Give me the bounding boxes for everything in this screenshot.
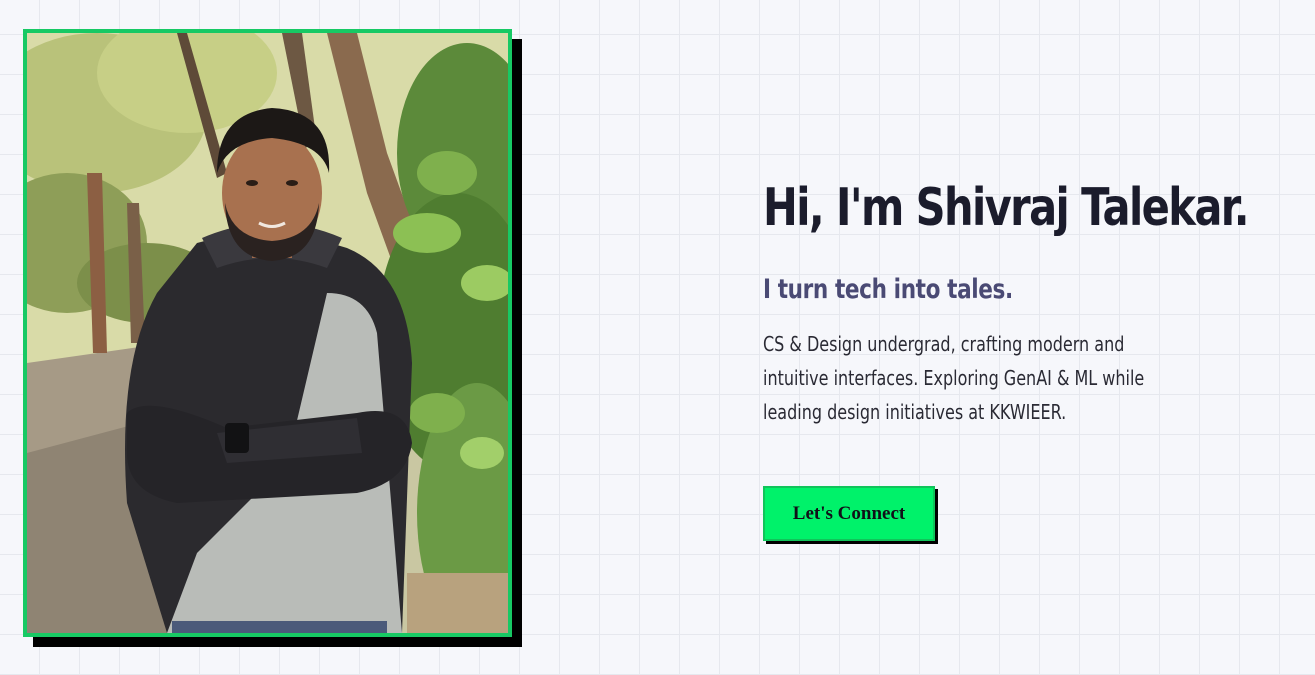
lets-connect-button[interactable]: Let's Connect	[763, 486, 935, 541]
hero-title: Hi, I'm Shivraj Talekar.	[763, 178, 1250, 238]
hero-section: Hi, I'm Shivraj Talekar. I turn tech int…	[763, 172, 1303, 429]
hero-description-line: leading design initiatives at KKWIEER.	[763, 400, 1067, 424]
profile-photo	[23, 29, 512, 637]
hero-tagline: I turn tech into tales.	[763, 274, 1013, 305]
hero-description-line: intuitive interfaces. Exploring GenAI & …	[763, 366, 1145, 390]
portrait-illustration	[27, 33, 508, 633]
hero-description-line: CS & Design undergrad, crafting modern a…	[763, 332, 1125, 356]
hero-description: CS & Design undergrad, crafting modern a…	[763, 327, 1187, 429]
profile-photo-frame	[23, 29, 522, 647]
cta-container: Let's Connect	[763, 486, 938, 544]
